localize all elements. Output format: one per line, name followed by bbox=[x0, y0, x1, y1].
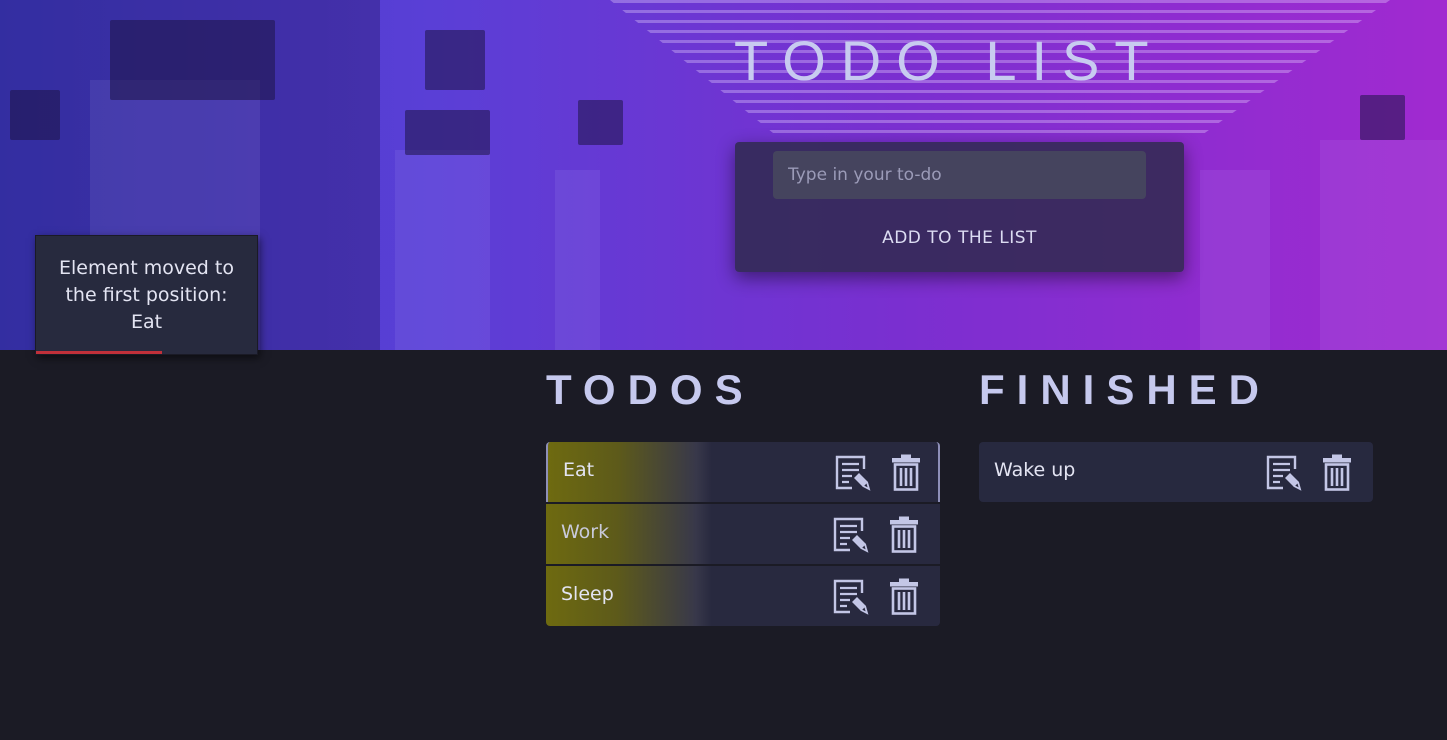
add-todo-form: ADD TO THE LIST bbox=[735, 142, 1184, 272]
edit-note-icon bbox=[1265, 453, 1305, 491]
todo-item-label: Eat bbox=[563, 459, 595, 481]
trash-icon bbox=[888, 577, 928, 615]
hero-background-decoration bbox=[405, 110, 490, 155]
edit-button[interactable] bbox=[1265, 453, 1305, 491]
edit-note-icon bbox=[832, 515, 872, 553]
toast-progress-bar bbox=[36, 351, 162, 354]
hero-background-decoration bbox=[555, 170, 600, 350]
finished-heading: FINISHED bbox=[979, 366, 1272, 413]
edit-button[interactable] bbox=[834, 453, 874, 491]
hero-background-decoration bbox=[1320, 140, 1447, 350]
notification-toast: Element moved to the first position: Eat bbox=[35, 235, 258, 355]
trash-icon bbox=[890, 453, 930, 491]
trash-icon bbox=[1321, 453, 1361, 491]
hero-background-decoration bbox=[425, 30, 485, 90]
todo-list: Eat Work Sleep bbox=[546, 442, 940, 626]
hero-background-decoration bbox=[578, 100, 623, 145]
edit-note-icon bbox=[832, 577, 872, 615]
hero-background-decoration bbox=[110, 20, 275, 100]
finished-item-label: Wake up bbox=[994, 459, 1076, 481]
finished-list: Wake up bbox=[979, 442, 1373, 504]
add-to-list-button[interactable]: ADD TO THE LIST bbox=[735, 214, 1184, 262]
trash-icon bbox=[888, 515, 928, 553]
edit-button[interactable] bbox=[832, 577, 872, 615]
hero-background-decoration bbox=[395, 150, 490, 350]
finished-item[interactable]: Wake up bbox=[979, 442, 1373, 502]
todo-item[interactable]: Sleep bbox=[546, 566, 940, 626]
app-title: TODO LIST bbox=[734, 29, 1164, 92]
delete-button[interactable] bbox=[890, 453, 930, 491]
hero-background-decoration bbox=[1200, 170, 1270, 350]
edit-button[interactable] bbox=[832, 515, 872, 553]
delete-button[interactable] bbox=[888, 515, 928, 553]
edit-note-icon bbox=[834, 453, 874, 491]
todo-item-label: Sleep bbox=[561, 583, 614, 605]
todo-item[interactable]: Eat bbox=[546, 442, 940, 502]
todo-item-label: Work bbox=[561, 521, 610, 543]
toast-message: Element moved to the first position: Eat bbox=[59, 256, 234, 333]
hero-background-decoration bbox=[10, 90, 60, 140]
delete-button[interactable] bbox=[1321, 453, 1361, 491]
todo-item[interactable]: Work bbox=[546, 504, 940, 564]
delete-button[interactable] bbox=[888, 577, 928, 615]
todos-heading: TODOS bbox=[546, 366, 755, 413]
todo-input[interactable] bbox=[773, 151, 1146, 199]
hero-background-decoration bbox=[1360, 95, 1405, 140]
